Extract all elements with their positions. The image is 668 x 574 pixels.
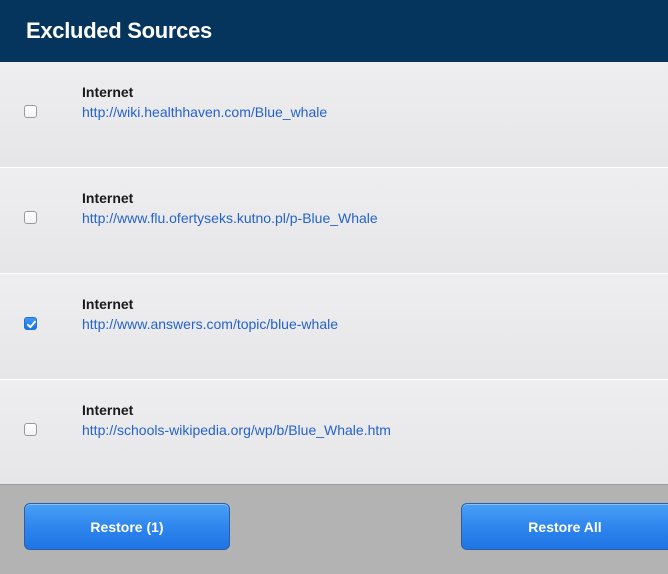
source-type-label: Internet: [82, 402, 134, 418]
source-checkbox[interactable]: [24, 211, 37, 224]
source-checkbox[interactable]: [24, 423, 37, 436]
source-type-label: Internet: [82, 296, 134, 312]
panel-title: Excluded Sources: [26, 18, 212, 43]
excluded-sources-panel: Excluded Sources Internet http://wiki.he…: [0, 0, 668, 574]
source-row: Internet http://www.answers.com/topic/bl…: [0, 274, 668, 380]
source-checkbox[interactable]: [24, 105, 37, 118]
source-row: Internet http://schools-wikipedia.org/wp…: [0, 380, 668, 484]
source-type-label: Internet: [82, 84, 134, 100]
source-type-label: Internet: [82, 190, 134, 206]
restore-button[interactable]: Restore (1): [24, 503, 230, 550]
action-footer: Restore (1) Restore All: [0, 484, 668, 574]
restore-all-button[interactable]: Restore All: [461, 503, 668, 550]
checkmark-icon: [27, 320, 36, 329]
source-row: Internet http://www.flu.ofertyseks.kutno…: [0, 168, 668, 274]
panel-header: Excluded Sources: [0, 0, 668, 62]
source-url-link[interactable]: http://www.flu.ofertyseks.kutno.pl/p-Blu…: [82, 210, 378, 226]
source-list: Internet http://wiki.healthhaven.com/Blu…: [0, 62, 668, 484]
source-url-link[interactable]: http://wiki.healthhaven.com/Blue_whale: [82, 104, 327, 120]
source-row: Internet http://wiki.healthhaven.com/Blu…: [0, 62, 668, 168]
source-url-link[interactable]: http://www.answers.com/topic/blue-whale: [82, 316, 338, 332]
source-url-link[interactable]: http://schools-wikipedia.org/wp/b/Blue_W…: [82, 422, 391, 438]
source-checkbox[interactable]: [24, 317, 37, 330]
